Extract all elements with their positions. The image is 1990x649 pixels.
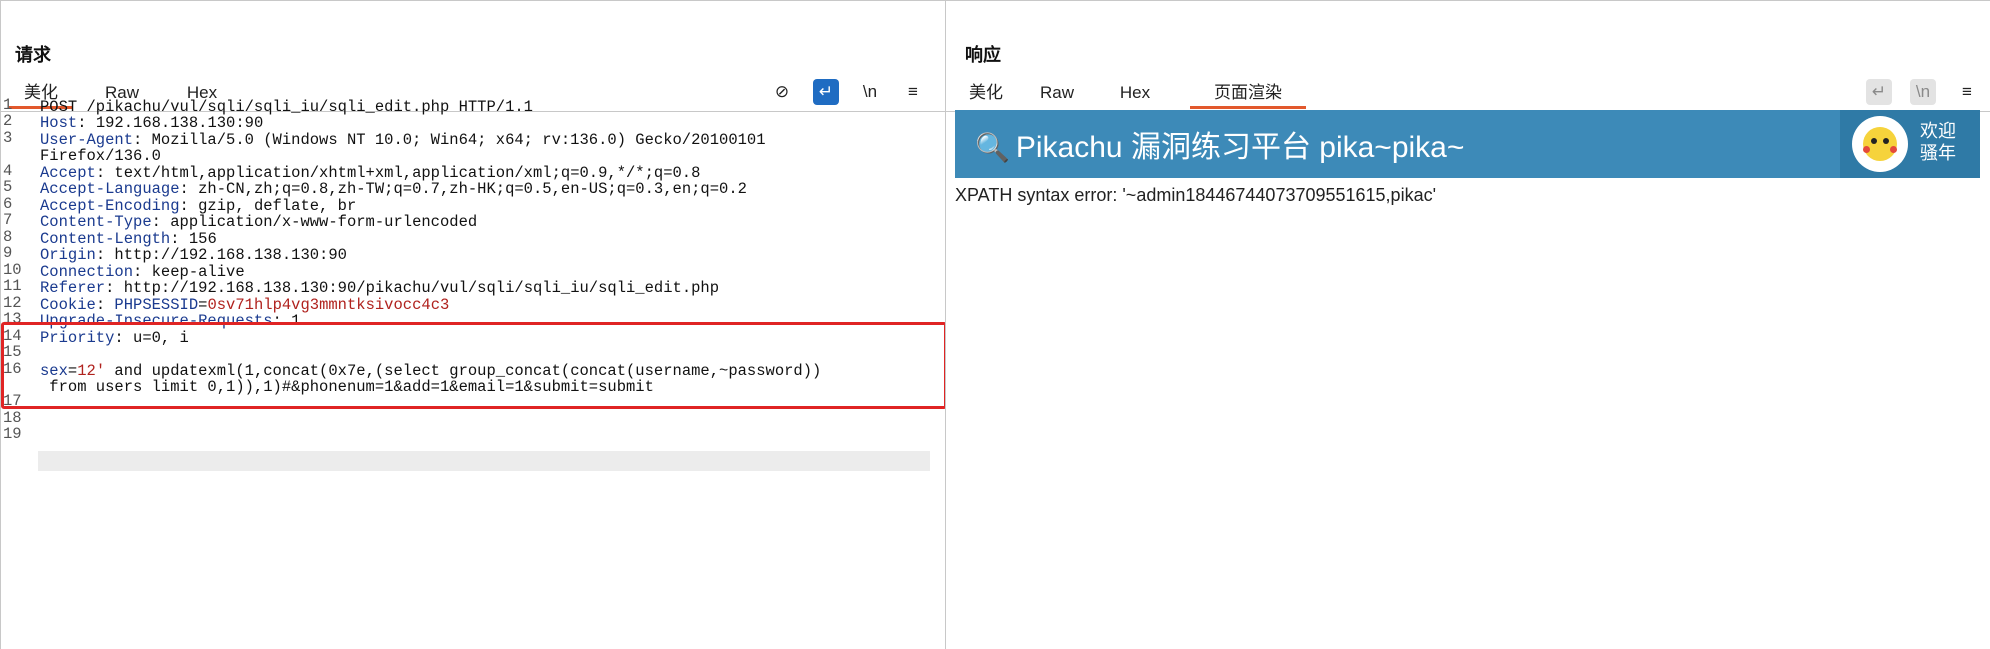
response-pane: 响应 美化 Raw Hex 页面渲染 ↵ \n ≡	[946, 1, 1990, 649]
welcome-text: 欢迎 骚年	[1920, 121, 1956, 163]
request-pane: 请求 美化 Raw Hex ⊘ ↵ \n ≡ 1 2 3 4 5 6 7 8 9 10 11 12 13…	[0, 1, 947, 649]
pikachu-face-icon	[1863, 127, 1897, 161]
menu-icon[interactable]: ≡	[1954, 79, 1980, 105]
header-value: : Mozilla/5.0 (Windows NT 10.0; Win64; x…	[133, 130, 766, 149]
newline-icon[interactable]: \n	[1910, 79, 1936, 105]
current-line-highlight	[38, 451, 930, 471]
line-number: 3	[3, 128, 13, 147]
banner-title-text: Pikachu 漏洞练习平台 pika~pika~	[1015, 131, 1465, 164]
pikachu-avatar	[1852, 116, 1908, 172]
response-tabs: 美化 Raw Hex 页面渲染	[946, 79, 1990, 111]
key-icon: 🔍	[975, 132, 1010, 163]
menu-icon[interactable]: ≡	[900, 79, 926, 105]
tab-raw[interactable]: Raw	[1026, 79, 1088, 109]
user-area: 欢迎 骚年	[1840, 110, 1980, 178]
banner-title: 🔍 Pikachu 漏洞练习平台 pika~pika~	[975, 122, 1464, 166]
tab-hex[interactable]: Hex	[1104, 79, 1166, 109]
line-number: 19	[3, 425, 22, 444]
tab-render[interactable]: 页面渲染	[1190, 79, 1306, 109]
wrap-lines-icon[interactable]: ↵	[1866, 79, 1892, 105]
hide-icon[interactable]: ⊘	[769, 79, 795, 105]
request-title: 请求	[15, 45, 51, 65]
payload-highlight-box	[1, 322, 947, 409]
tab-pretty[interactable]: 美化	[960, 79, 1012, 109]
newline-icon[interactable]: \n	[857, 79, 883, 105]
pikachu-banner: 🔍 Pikachu 漏洞练习平台 pika~pika~ 欢迎 骚年	[955, 110, 1980, 178]
xpath-error-message: XPATH syntax error: '~admin1844674407370…	[955, 185, 1437, 205]
wrap-lines-icon[interactable]: ↵	[813, 79, 839, 105]
response-title: 响应	[965, 45, 1001, 65]
